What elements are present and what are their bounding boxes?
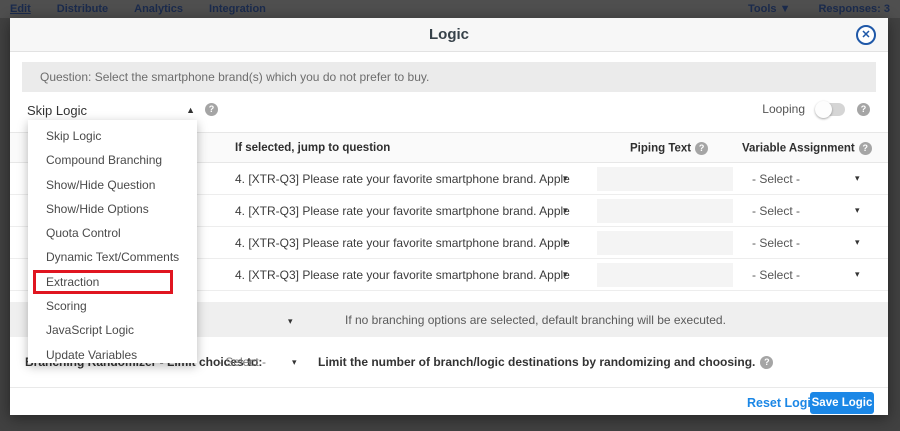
close-icon[interactable]: ✕ (856, 25, 876, 45)
nav-tab[interactable]: Analytics (134, 0, 183, 18)
caret-down-icon[interactable]: ▾ (563, 237, 568, 248)
logic-type-menu: Skip LogicCompound BranchingShow/Hide Qu… (28, 120, 197, 363)
menu-item[interactable]: Quota Control (28, 221, 197, 245)
looping-label: Looping (762, 102, 805, 116)
nav-tabs: Edit Distribute Analytics Integration (10, 0, 266, 18)
menu-item[interactable]: Dynamic Text/Comments (28, 245, 197, 269)
caret-down-icon[interactable]: ▾ (563, 269, 568, 280)
header-piping-text: Piping Text? (630, 142, 708, 155)
caret-down-icon[interactable]: ▾ (563, 205, 568, 216)
caret-down-icon[interactable]: ▾ (855, 237, 860, 248)
randomizer-note-text: Limit the number of branch/logic destina… (318, 355, 755, 369)
piping-text-input[interactable] (597, 199, 733, 223)
variable-assignment-select[interactable]: - Select - (752, 204, 800, 218)
looping-toggle[interactable] (817, 103, 845, 116)
caret-down-icon: ▼ (780, 3, 791, 15)
nav-tab[interactable]: Distribute (57, 0, 108, 18)
nav-tab[interactable]: Integration (209, 0, 266, 18)
menu-item[interactable]: Scoring (28, 294, 197, 318)
caret-down-icon[interactable]: ▾ (855, 269, 860, 280)
menu-item[interactable]: Update Variables (28, 343, 197, 367)
responses-count[interactable]: Responses: 3 (818, 3, 890, 15)
piping-text-input[interactable] (597, 167, 733, 191)
caret-down-icon[interactable]: ▾ (855, 205, 860, 216)
menu-item[interactable]: Show/Hide Options (28, 197, 197, 221)
looping-control: Looping ? (762, 102, 870, 116)
logic-type-dropdown[interactable]: Skip Logic ▲ (27, 102, 195, 118)
nav-tab[interactable]: Edit (10, 0, 31, 18)
caret-down-icon[interactable]: ▾ (292, 357, 297, 368)
caret-down-icon[interactable]: ▾ (288, 316, 293, 327)
caret-down-icon[interactable]: ▾ (855, 173, 860, 184)
jump-question-select[interactable]: 4. [XTR-Q3] Please rate your favorite sm… (235, 204, 570, 218)
menu-item[interactable]: Extraction (28, 270, 197, 294)
menu-item[interactable]: Show/Hide Question (28, 173, 197, 197)
toggle-knob (815, 101, 832, 118)
tools-label: Tools (748, 3, 777, 15)
jump-question-select[interactable]: 4. [XTR-Q3] Please rate your favorite sm… (235, 236, 570, 250)
modal-title: Logic (10, 18, 888, 52)
piping-text-input[interactable] (597, 263, 733, 287)
help-icon[interactable]: ? (695, 142, 708, 155)
logic-type-value: Skip Logic (27, 103, 87, 118)
jump-question-select[interactable]: 4. [XTR-Q3] Please rate your favorite sm… (235, 172, 570, 186)
variable-assignment-label: Variable Assignment (742, 143, 855, 155)
default-branching-note: If no branching options are selected, de… (345, 313, 726, 327)
modal-footer: Reset Logic Save Logic (10, 387, 888, 415)
piping-text-input[interactable] (597, 231, 733, 255)
variable-assignment-select[interactable]: - Select - (752, 268, 800, 282)
caret-up-icon: ▲ (186, 105, 195, 115)
header-variable-assignment: Variable Assignment? (742, 142, 872, 155)
help-icon[interactable]: ? (859, 142, 872, 155)
modal-header: Logic ✕ (10, 18, 888, 52)
randomizer-select[interactable]: - Select - (218, 355, 266, 369)
logic-modal: Logic ✕ Question: Select the smartphone … (10, 18, 888, 415)
help-icon[interactable]: ? (760, 356, 773, 369)
save-logic-button[interactable]: Save Logic (810, 392, 874, 414)
header-jump-to-question: If selected, jump to question (235, 142, 390, 154)
top-navigation-bar: Edit Distribute Analytics Integration Tools… (0, 0, 900, 18)
variable-assignment-select[interactable]: - Select - (752, 172, 800, 186)
menu-item[interactable]: Compound Branching (28, 148, 197, 172)
reset-logic-button[interactable]: Reset Logic (747, 396, 818, 410)
randomizer-note: Limit the number of branch/logic destina… (318, 355, 773, 369)
jump-question-select[interactable]: 4. [XTR-Q3] Please rate your favorite sm… (235, 268, 570, 282)
help-icon[interactable]: ? (205, 103, 218, 116)
menu-item[interactable]: JavaScript Logic (28, 318, 197, 342)
question-label: Question: Select the smartphone brand(s)… (22, 62, 876, 92)
menu-item[interactable]: Skip Logic (28, 124, 197, 148)
tools-menu[interactable]: Tools ▼ (748, 3, 790, 15)
help-icon[interactable]: ? (857, 103, 870, 116)
variable-assignment-select[interactable]: - Select - (752, 236, 800, 250)
caret-down-icon[interactable]: ▾ (563, 173, 568, 184)
piping-text-label: Piping Text (630, 143, 691, 155)
